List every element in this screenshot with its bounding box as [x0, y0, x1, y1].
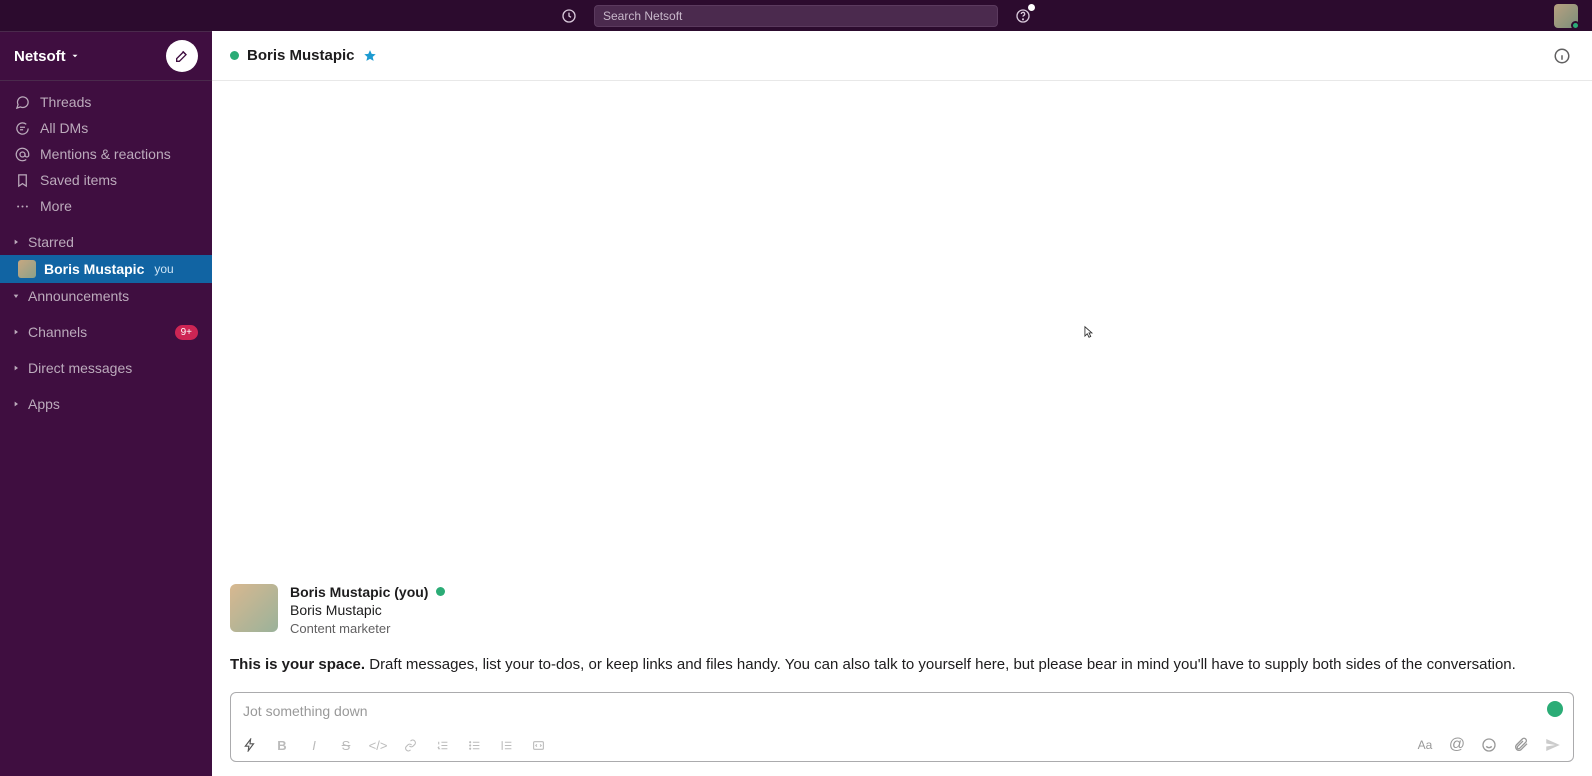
- more-icon: [14, 198, 30, 214]
- section-apps[interactable]: Apps: [0, 391, 212, 417]
- chevron-down-icon: [70, 51, 80, 61]
- user-avatar[interactable]: [1554, 4, 1578, 28]
- info-button[interactable]: [1550, 44, 1574, 68]
- section-starred-label: Starred: [28, 234, 74, 250]
- help-button[interactable]: [1012, 5, 1034, 27]
- nav-saved[interactable]: Saved items: [0, 167, 212, 193]
- channel-title[interactable]: Boris Mustapic: [230, 47, 377, 64]
- message-area: Boris Mustapic (you) Boris Mustapic Cont…: [212, 81, 1592, 692]
- intro-desc-bold: This is your space.: [230, 656, 365, 673]
- nav-alldms[interactable]: All DMs: [0, 115, 212, 141]
- section-apps-label: Apps: [28, 396, 60, 412]
- section-dms[interactable]: Direct messages: [0, 355, 212, 381]
- starred-item-name: Boris Mustapic: [44, 261, 144, 277]
- blockquote-button[interactable]: [497, 736, 515, 754]
- main-header: Boris Mustapic: [212, 31, 1592, 81]
- cursor-icon: [1082, 323, 1096, 341]
- composer-toolbar: B I S </> Aa @: [231, 729, 1573, 761]
- workspace-name-label: Netsoft: [14, 48, 66, 65]
- bullet-list-button[interactable]: [465, 736, 483, 754]
- section-dms-label: Direct messages: [28, 360, 132, 376]
- channel-title-label: Boris Mustapic: [247, 47, 355, 64]
- star-icon[interactable]: [363, 49, 377, 63]
- caret-right-icon: [10, 236, 22, 248]
- starred-item-boris[interactable]: Boris Mustapic you: [0, 255, 212, 283]
- caret-down-icon: [10, 290, 22, 302]
- history-button[interactable]: [558, 5, 580, 27]
- search-input[interactable]: Search Netsoft: [594, 5, 998, 27]
- emoji-button[interactable]: [1479, 735, 1499, 755]
- section-starred[interactable]: Starred: [0, 229, 212, 255]
- avatar: [18, 260, 36, 278]
- caret-right-icon: [10, 326, 22, 338]
- caret-right-icon: [10, 398, 22, 410]
- send-button[interactable]: [1543, 735, 1563, 755]
- you-label: you: [154, 262, 173, 276]
- shortcuts-button[interactable]: [241, 736, 259, 754]
- intro-name-you: Boris Mustapic (you): [290, 584, 428, 600]
- composer: Jot something down B I S </>: [230, 692, 1574, 762]
- nav-mentions-label: Mentions & reactions: [40, 146, 171, 162]
- intro-description: This is your space. Draft messages, list…: [230, 654, 1574, 677]
- section-announcements-label: Announcements: [28, 288, 129, 304]
- intro-block: Boris Mustapic (you) Boris Mustapic Cont…: [212, 584, 1592, 693]
- main: Boris Mustapic Boris Mustapic: [212, 31, 1592, 776]
- bold-button[interactable]: B: [273, 736, 291, 754]
- presence-indicator: [230, 51, 239, 60]
- code-button[interactable]: </>: [369, 736, 387, 754]
- strike-button[interactable]: S: [337, 736, 355, 754]
- help-badge: [1028, 4, 1035, 11]
- sidebar: Netsoft Threads All DMs Ment: [0, 31, 212, 776]
- attach-button[interactable]: [1511, 735, 1531, 755]
- intro-desc-rest: Draft messages, list your to-dos, or kee…: [365, 656, 1516, 673]
- nav-alldms-label: All DMs: [40, 120, 88, 136]
- channels-badge: 9+: [175, 325, 198, 340]
- bookmark-icon: [14, 172, 30, 188]
- nav-threads[interactable]: Threads: [0, 89, 212, 115]
- mention-button[interactable]: @: [1447, 735, 1467, 755]
- italic-button[interactable]: I: [305, 736, 323, 754]
- section-channels-label: Channels: [28, 324, 87, 340]
- mentions-icon: [14, 146, 30, 162]
- compose-button[interactable]: [166, 40, 198, 72]
- composer-input[interactable]: Jot something down: [231, 693, 1573, 729]
- format-button[interactable]: Aa: [1415, 735, 1435, 755]
- intro-avatar[interactable]: [230, 584, 278, 632]
- nav-threads-label: Threads: [40, 94, 91, 110]
- dm-icon: [14, 120, 30, 136]
- intro-name: Boris Mustapic: [290, 602, 445, 618]
- search-placeholder: Search Netsoft: [603, 9, 682, 23]
- nav-list: Threads All DMs Mentions & reactions Sav…: [0, 81, 212, 219]
- section-announcements[interactable]: Announcements: [0, 283, 212, 309]
- ordered-list-button[interactable]: [433, 736, 451, 754]
- composer-indicator: [1547, 701, 1563, 717]
- sidebar-header: Netsoft: [0, 31, 212, 81]
- composer-wrap: Jot something down B I S </>: [212, 692, 1592, 776]
- nav-saved-label: Saved items: [40, 172, 117, 188]
- nav-more-label: More: [40, 198, 72, 214]
- caret-right-icon: [10, 362, 22, 374]
- presence-indicator: [1571, 21, 1580, 30]
- composer-placeholder: Jot something down: [243, 703, 368, 719]
- topbar: Search Netsoft: [0, 0, 1592, 31]
- section-channels[interactable]: Channels 9+: [0, 319, 212, 345]
- link-button[interactable]: [401, 736, 419, 754]
- nav-mentions[interactable]: Mentions & reactions: [0, 141, 212, 167]
- presence-indicator: [436, 587, 445, 596]
- thread-icon: [14, 94, 30, 110]
- intro-role: Content marketer: [290, 621, 445, 636]
- nav-more[interactable]: More: [0, 193, 212, 219]
- codeblock-button[interactable]: [529, 736, 547, 754]
- workspace-switcher[interactable]: Netsoft: [14, 48, 80, 65]
